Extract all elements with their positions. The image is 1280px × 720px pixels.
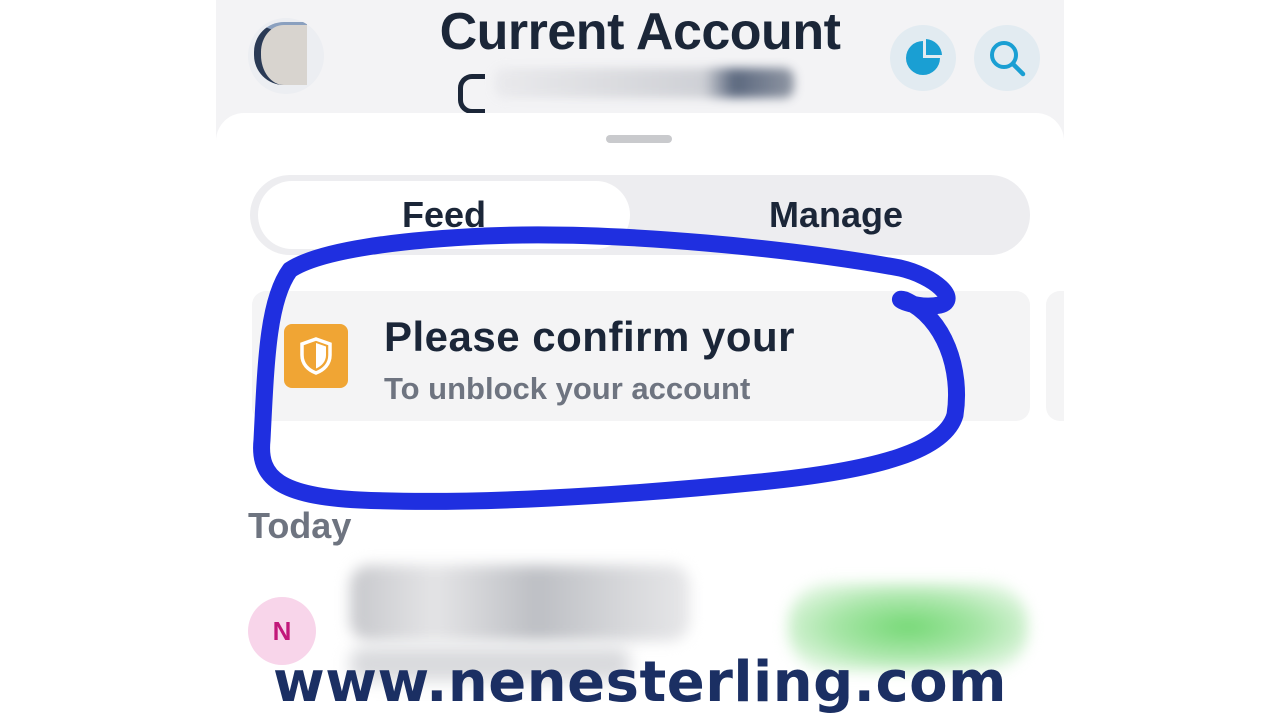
segmented-control: Feed Manage (250, 175, 1030, 255)
alert-icon-tile (284, 324, 348, 388)
next-card-peek[interactable] (1046, 291, 1064, 421)
search-icon (990, 41, 1026, 77)
alert-subtitle: To unblock your account (384, 371, 751, 406)
tab-feed[interactable]: Feed (258, 181, 630, 249)
section-header-today: Today (248, 505, 352, 546)
sheet-drag-handle[interactable] (606, 135, 672, 143)
feed-sheet: Feed Manage Please confirm your To unblo… (216, 113, 1064, 720)
search-button[interactable] (974, 25, 1040, 91)
shield-icon (300, 337, 332, 375)
pie-chart-icon (906, 39, 942, 75)
alert-card[interactable]: Please confirm your To unblock your acco… (252, 291, 1030, 421)
app-screen: Current Account Feed Manage Please confi… (216, 0, 1064, 720)
balance-blur (494, 68, 794, 98)
tab-manage[interactable]: Manage (650, 181, 1022, 249)
balance-fragment (458, 74, 485, 114)
analytics-button[interactable] (890, 25, 956, 91)
watermark-url: www.nenesterling.com (273, 650, 1007, 715)
alert-title: Please confirm your (384, 313, 795, 360)
redacted-merchant-name (350, 565, 690, 641)
redacted-balance (454, 60, 844, 114)
